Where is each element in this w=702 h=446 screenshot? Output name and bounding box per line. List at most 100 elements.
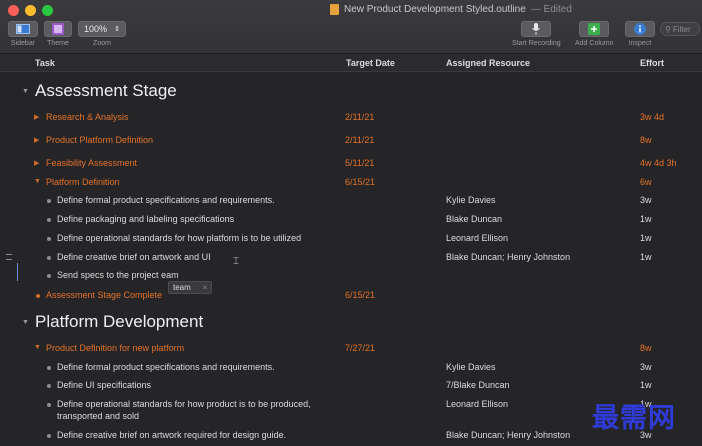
row-task[interactable]: Product Definition for new platform: [46, 343, 184, 353]
window-title-text: New Product Development Styled.outline: [344, 4, 526, 15]
row-task[interactable]: Feasibility Assessment: [46, 158, 137, 168]
add-column-button[interactable]: [579, 21, 610, 37]
disclosure-triangle-collapsed-icon[interactable]: ▶: [34, 136, 39, 144]
row-effort[interactable]: 1w: [640, 252, 652, 262]
row-target-date[interactable]: 7/27/21: [345, 343, 375, 353]
column-header-task[interactable]: Task: [35, 58, 55, 68]
row-effort[interactable]: 1w: [640, 380, 652, 390]
column-header-effort[interactable]: Effort: [640, 58, 664, 68]
zoom-select[interactable]: 100% ⇕: [78, 21, 126, 37]
info-icon: [634, 23, 646, 35]
row-task[interactable]: Define operational standards for how pla…: [57, 233, 301, 243]
row-task[interactable]: Research & Analysis: [46, 112, 129, 122]
sidebar-toolbar-item[interactable]: Sidebar: [8, 21, 38, 47]
row-target-date[interactable]: 2/11/21: [345, 135, 374, 145]
row-task[interactable]: Product Platform Definition: [46, 135, 153, 145]
row-task[interactable]: Assessment Stage Complete: [46, 290, 162, 300]
autocomplete-popup[interactable]: team ×: [168, 281, 213, 294]
row-bullet-icon[interactable]: [47, 366, 51, 370]
row-assigned-resource[interactable]: Blake Duncan; Henry Johnston: [446, 430, 570, 440]
column-header-target-date[interactable]: Target Date: [346, 58, 395, 68]
row-drag-handle-icon[interactable]: [6, 254, 12, 260]
row-bullet-icon[interactable]: [47, 434, 51, 438]
row-task[interactable]: Platform Definition: [46, 177, 120, 187]
window-titlebar: New Product Development Styled.outline —…: [0, 0, 702, 54]
row-bullet-icon[interactable]: [47, 403, 51, 407]
start-recording-toolbar-item[interactable]: Start Recording: [512, 21, 561, 47]
row-task[interactable]: Define formal product specifications and…: [57, 195, 275, 205]
inspect-toolbar-item[interactable]: Inspect: [625, 21, 655, 47]
row-task-editing[interactable]: Send specs to the project eam: [57, 270, 179, 280]
row-assigned-resource[interactable]: Leonard Ellison: [446, 233, 508, 243]
autocomplete-close-icon[interactable]: ×: [203, 283, 208, 292]
row-target-date[interactable]: 2/11/21: [345, 112, 374, 122]
ibeam-cursor-icon: ⌶: [233, 256, 239, 267]
row-effort[interactable]: 3w 4d: [640, 112, 664, 122]
row-bullet-icon[interactable]: [47, 256, 51, 260]
document-icon: [330, 4, 339, 15]
row-assigned-resource[interactable]: Blake Duncan; Henry Johnston: [446, 252, 570, 262]
column-header-assigned-resource[interactable]: Assigned Resource: [446, 58, 530, 68]
row-effort[interactable]: 6w: [640, 177, 652, 187]
row-assigned-resource[interactable]: Blake Duncan: [446, 214, 502, 224]
close-window-button[interactable]: [8, 5, 19, 16]
row-selection-caret: [17, 263, 18, 281]
row-task-continued[interactable]: transported and sold: [57, 411, 139, 421]
row-effort[interactable]: 8w: [640, 343, 652, 353]
row-task[interactable]: Define UI specifications: [57, 380, 151, 390]
zoom-window-button[interactable]: [42, 5, 53, 16]
row-task[interactable]: Define formal product specifications and…: [57, 362, 275, 372]
zoom-value: 100%: [84, 24, 108, 34]
start-recording-label: Start Recording: [512, 40, 561, 47]
row-bullet-icon[interactable]: [47, 384, 51, 388]
disclosure-triangle-collapsed-icon[interactable]: ▶: [34, 113, 39, 121]
add-column-label: Add Column: [575, 40, 614, 47]
row-bullet-icon[interactable]: [47, 237, 51, 241]
row-task[interactable]: Define packaging and labeling specificat…: [57, 214, 234, 224]
row-effort[interactable]: 4w 4d 3h: [640, 158, 677, 168]
autocomplete-suggestion[interactable]: team: [173, 283, 191, 292]
row-effort[interactable]: 8w: [640, 135, 652, 145]
row-effort[interactable]: 3w: [640, 362, 652, 372]
row-assigned-resource[interactable]: Kylie Davies: [446, 195, 496, 205]
row-effort[interactable]: 1w: [640, 214, 652, 224]
disclosure-triangle-expanded-icon[interactable]: ▼: [22, 319, 29, 326]
watermark-logo: 最需网: [592, 403, 676, 434]
outline-view: ▼ Assessment Stage ▶ Research & Analysis…: [0, 72, 702, 446]
theme-button[interactable]: [44, 21, 72, 37]
disclosure-triangle-expanded-icon[interactable]: ▼: [34, 178, 41, 185]
row-assigned-resource[interactable]: 7/Blake Duncan: [446, 380, 510, 390]
minimize-window-button[interactable]: [25, 5, 36, 16]
row-effort[interactable]: 3w: [640, 195, 652, 205]
disclosure-triangle-expanded-icon[interactable]: ▼: [34, 344, 41, 351]
filter-field[interactable]: ⚲ Filter: [660, 22, 700, 36]
add-column-toolbar-item[interactable]: Add Column: [575, 21, 614, 47]
row-bullet-icon[interactable]: [47, 199, 51, 203]
search-icon: ⚲: [665, 24, 671, 34]
row-bullet-icon[interactable]: [36, 294, 40, 298]
theme-toolbar-item[interactable]: Theme: [44, 21, 72, 47]
stepper-icon: ⇕: [114, 26, 120, 33]
disclosure-triangle-expanded-icon[interactable]: ▼: [22, 88, 29, 95]
row-task[interactable]: Define creative brief on artwork and UI: [57, 252, 211, 262]
zoom-toolbar-item[interactable]: 100% ⇕ Zoom: [78, 21, 126, 47]
row-target-date[interactable]: 6/15/21: [345, 177, 375, 187]
filter-placeholder: Filter: [672, 24, 691, 34]
row-target-date[interactable]: 6/15/21: [345, 290, 375, 300]
row-effort[interactable]: 1w: [640, 233, 652, 243]
row-assigned-resource[interactable]: Leonard Ellison: [446, 399, 508, 409]
sidebar-button[interactable]: [8, 21, 38, 37]
row-bullet-icon[interactable]: [47, 274, 51, 278]
window-title: New Product Development Styled.outline —…: [330, 4, 572, 15]
row-task[interactable]: Assessment Stage: [35, 81, 177, 101]
start-recording-button[interactable]: [521, 21, 552, 37]
row-target-date[interactable]: 5/11/21: [345, 158, 374, 168]
inspect-button[interactable]: [625, 21, 655, 37]
row-task[interactable]: Platform Development: [35, 312, 203, 332]
disclosure-triangle-collapsed-icon[interactable]: ▶: [34, 159, 39, 167]
row-task[interactable]: Define creative brief on artwork require…: [57, 430, 286, 440]
row-assigned-resource[interactable]: Kylie Davies: [446, 362, 496, 372]
row-task[interactable]: Define operational standards for how pro…: [57, 399, 311, 409]
edited-status: — Edited: [530, 4, 572, 15]
row-bullet-icon[interactable]: [47, 218, 51, 222]
